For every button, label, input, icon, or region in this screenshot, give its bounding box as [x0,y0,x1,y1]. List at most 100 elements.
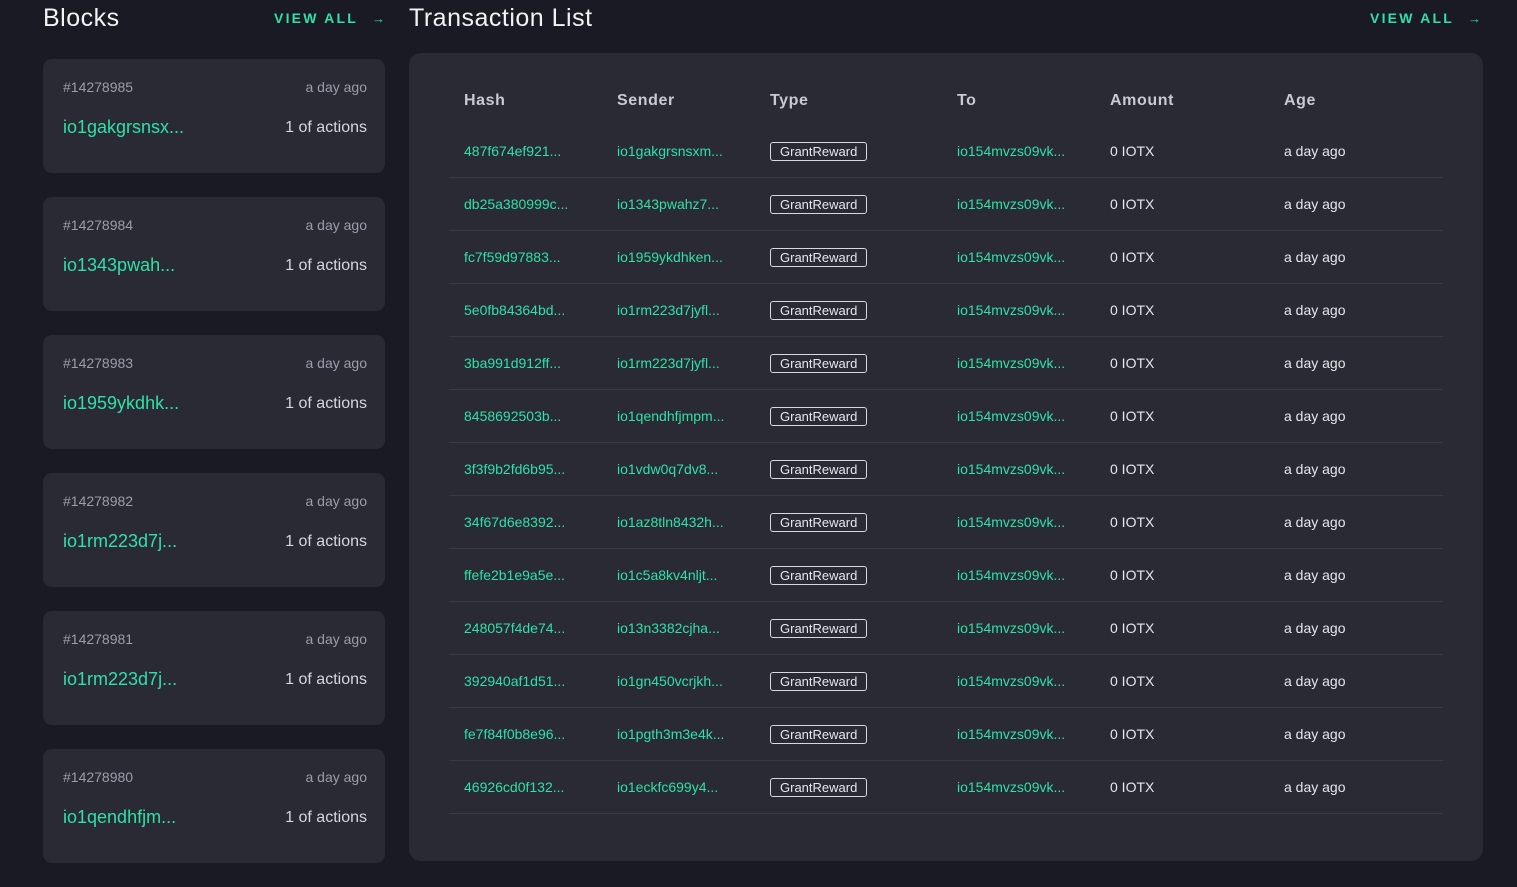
table-row[interactable]: 34f67d6e8392... io1az8tln8432h... GrantRew… [449,495,1443,549]
tx-hash-link[interactable]: db25a380999c... [449,177,602,231]
table-row[interactable]: fc7f59d97883... io1959ykdhken... GrantRewa… [449,230,1443,284]
block-height[interactable]: #14278984 [63,217,133,233]
tx-hash-link[interactable]: 46926cd0f132... [449,760,602,814]
tx-age: a day ago [1269,125,1443,178]
table-row[interactable]: 3ba991d912ff... io1rm223d7jyfl... GrantRew… [449,336,1443,390]
table-row[interactable]: 8458692503b... io1qendhfjmpm... GrantRewar… [449,389,1443,443]
tx-hash-link[interactable]: 248057f4de74... [449,601,602,655]
tx-to-link[interactable]: io154mvzs09vk... [942,548,1095,602]
block-height[interactable]: #14278982 [63,493,133,509]
table-row[interactable]: 248057f4de74... io13n3382cjha... GrantRewa… [449,601,1443,655]
blocks-view-all-link[interactable]: VIEW ALL → [274,10,385,26]
tx-to-link[interactable]: io154mvzs09vk... [942,654,1095,708]
tx-amount: 0 IOTX [1095,760,1269,814]
block-producer-link[interactable]: io1qendhfjm... [63,807,176,828]
tx-amount: 0 IOTX [1095,125,1269,178]
tx-hash-link[interactable]: fc7f59d97883... [449,230,602,284]
tx-to-link[interactable]: io154mvzs09vk... [942,707,1095,761]
tx-to-link[interactable]: io154mvzs09vk... [942,442,1095,496]
tx-sender-link[interactable]: io1rm223d7jyfl... [602,336,755,390]
tx-hash-link[interactable]: 34f67d6e8392... [449,495,602,549]
block-height[interactable]: #14278983 [63,355,133,371]
tx-age: a day ago [1269,495,1443,549]
block-card[interactable]: #14278983 a day ago io1959ykdhk... 1 of act… [43,335,385,449]
tx-to-link[interactable]: io154mvzs09vk... [942,336,1095,390]
block-card[interactable]: #14278985 a day ago io1gakgrsnsx... 1 of ac… [43,59,385,173]
tx-to-link[interactable]: io154mvzs09vk... [942,125,1095,178]
block-detail-row: io1959ykdhk... 1 of actions [63,393,367,414]
block-detail-row: io1gakgrsnsx... 1 of actions [63,117,367,138]
blocks-section: Blocks VIEW ALL → #14278985 a day ago io1g… [43,0,385,887]
block-age: a day ago [305,769,368,785]
block-height[interactable]: #14278980 [63,769,133,785]
table-row[interactable]: fe7f84f0b8e96... io1pgth3m3e4k... GrantRew… [449,707,1443,761]
tx-sender-link[interactable]: io1qendhfjmpm... [602,389,755,443]
block-card[interactable]: #14278980 a day ago io1qendhfjm... 1 of act… [43,749,385,863]
tx-sender-link[interactable]: io1c5a8kv4nljt... [602,548,755,602]
tx-age: a day ago [1269,230,1443,284]
tx-type-badge: GrantReward [770,724,868,744]
tx-age: a day ago [1269,760,1443,814]
block-actions-count: 1 of actions [285,808,367,826]
block-producer-link[interactable]: io1gakgrsnsx... [63,117,184,138]
block-meta-row: #14278981 a day ago [63,631,367,647]
tx-hash-link[interactable]: ffefe2b1e9a5e... [449,548,602,602]
tx-sender-link[interactable]: io1rm223d7jyfl... [602,283,755,337]
table-row[interactable]: 487f674ef921... io1gakgrsnsxm... GrantRewa… [449,125,1443,178]
tx-sender-link[interactable]: io1gakgrsnsxm... [602,125,755,178]
table-row[interactable]: ffefe2b1e9a5e... io1c5a8kv4nljt... GrantRe… [449,548,1443,602]
tx-sender-link[interactable]: io1gn450vcrjkh... [602,654,755,708]
block-card[interactable]: #14278984 a day ago io1343pwah... 1 of acti… [43,197,385,311]
view-all-label: VIEW ALL [1370,10,1454,26]
tx-sender-link[interactable]: io1959ykdhken... [602,230,755,284]
tx-sender-link[interactable]: io1vdw0q7dv8... [602,442,755,496]
transactions-title: Transaction List [409,3,593,32]
block-producer-link[interactable]: io1rm223d7j... [63,531,177,552]
block-height[interactable]: #14278985 [63,79,133,95]
block-height[interactable]: #14278981 [63,631,133,647]
table-row[interactable]: 392940af1d51... io1gn450vcrjkh... GrantRew… [449,654,1443,708]
tx-sender-link[interactable]: io1343pwahz7... [602,177,755,231]
tx-hash-link[interactable]: 5e0fb84364bd... [449,283,602,337]
tx-age: a day ago [1269,654,1443,708]
tx-to-link[interactable]: io154mvzs09vk... [942,389,1095,443]
tx-sender-link[interactable]: io1pgth3m3e4k... [602,707,755,761]
tx-to-link[interactable]: io154mvzs09vk... [942,760,1095,814]
block-age: a day ago [305,79,368,95]
tx-type-badge: GrantReward [770,671,868,691]
tx-sender-link[interactable]: io13n3382cjha... [602,601,755,655]
block-card[interactable]: #14278982 a day ago io1rm223d7j... 1 of act… [43,473,385,587]
tx-sender-link[interactable]: io1az8tln8432h... [602,495,755,549]
tx-to-link[interactable]: io154mvzs09vk... [942,495,1095,549]
transactions-view-all-link[interactable]: VIEW ALL → [1370,10,1481,26]
table-row[interactable]: 3f3f9b2fd6b95... io1vdw0q7dv8... GrantRewa… [449,442,1443,496]
tx-hash-link[interactable]: 3f3f9b2fd6b95... [449,442,602,496]
tx-to-link[interactable]: io154mvzs09vk... [942,177,1095,231]
tx-to-link[interactable]: io154mvzs09vk... [942,601,1095,655]
tx-hash-link[interactable]: 8458692503b... [449,389,602,443]
tx-to-link[interactable]: io154mvzs09vk... [942,230,1095,284]
column-header-type: Type [770,92,809,109]
tx-to-link[interactable]: io154mvzs09vk... [942,283,1095,337]
block-card[interactable]: #14278981 a day ago io1rm223d7j... 1 of act… [43,611,385,725]
block-actions-count: 1 of actions [285,670,367,688]
block-producer-link[interactable]: io1343pwah... [63,255,175,276]
tx-type-cell: GrantReward [755,230,942,284]
tx-amount: 0 IOTX [1095,548,1269,602]
tx-hash-link[interactable]: 487f674ef921... [449,125,602,178]
table-row[interactable]: db25a380999c... io1343pwahz7... GrantRewar… [449,177,1443,231]
tx-type-cell: GrantReward [755,177,942,231]
block-meta-row: #14278983 a day ago [63,355,367,371]
tx-type-badge: GrantReward [770,618,868,638]
table-row[interactable]: 5e0fb84364bd... io1rm223d7jyfl... GrantRew… [449,283,1443,337]
tx-hash-link[interactable]: fe7f84f0b8e96... [449,707,602,761]
table-row[interactable]: 46926cd0f132... io1eckfc699y4... GrantRewa… [449,760,1443,814]
block-producer-link[interactable]: io1rm223d7j... [63,669,177,690]
tx-type-cell: GrantReward [755,442,942,496]
transactions-table: Hash Sender Type To Amount Age 487f674ef921..… [449,77,1443,814]
tx-sender-link[interactable]: io1eckfc699y4... [602,760,755,814]
tx-type-cell: GrantReward [755,495,942,549]
block-producer-link[interactable]: io1959ykdhk... [63,393,179,414]
tx-hash-link[interactable]: 392940af1d51... [449,654,602,708]
tx-hash-link[interactable]: 3ba991d912ff... [449,336,602,390]
